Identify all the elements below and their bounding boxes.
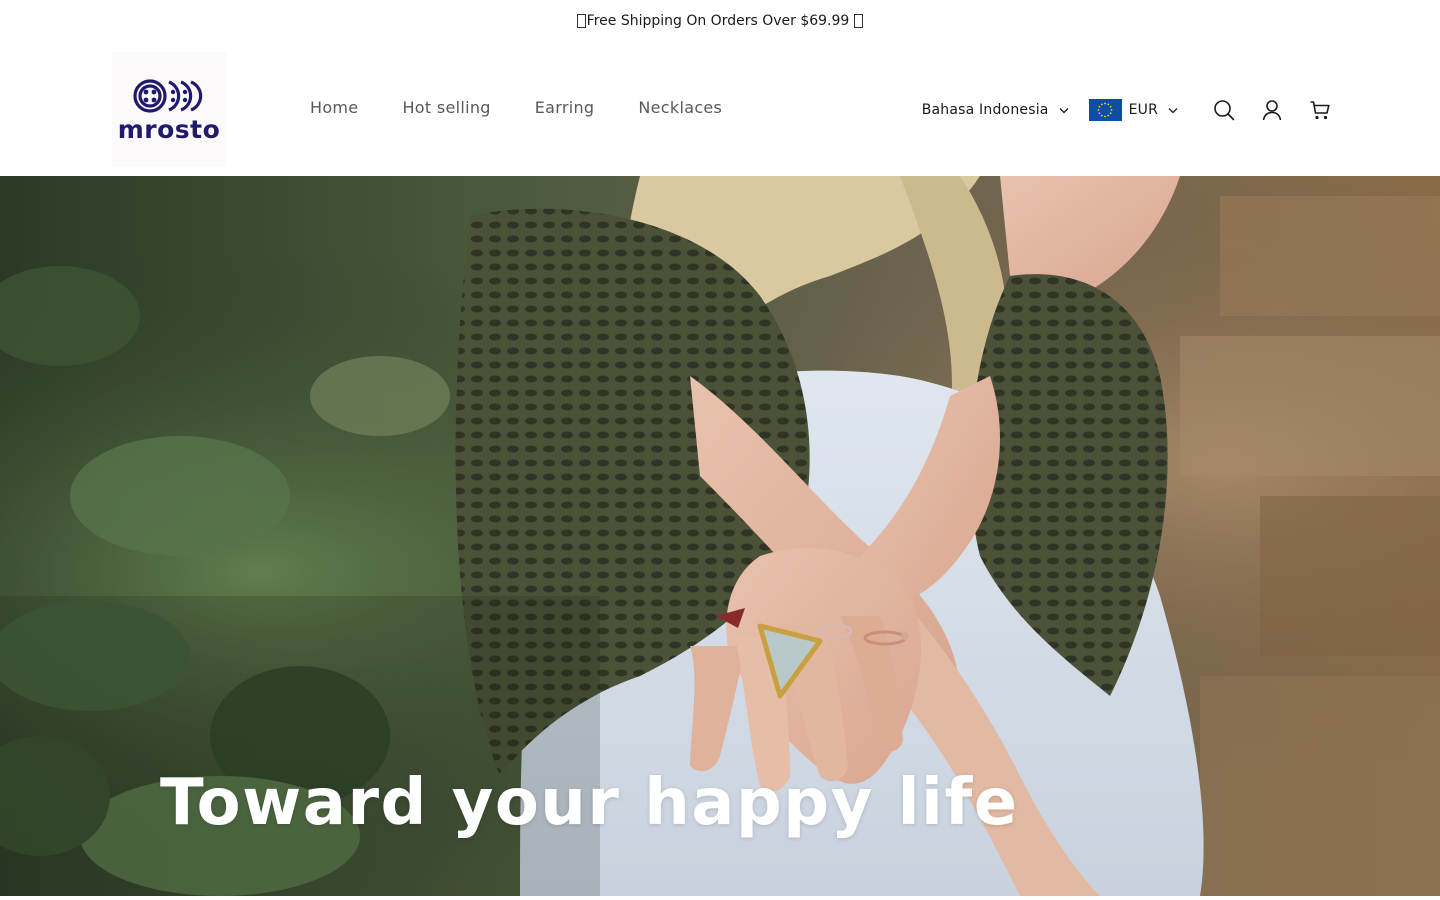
hero-banner: Toward your happy life (0, 176, 1440, 896)
search-icon (1214, 100, 1235, 121)
chevron-down-icon (1059, 108, 1069, 114)
logo-wordmark: mrosto (117, 114, 221, 144)
language-selector[interactable]: Bahasa Indonesia (922, 102, 1069, 118)
nav-item-hot-selling[interactable]: Hot selling (380, 92, 512, 123)
missing-glyph-icon (854, 14, 864, 28)
account-icon (1262, 100, 1282, 121)
eu-flag-icon (1088, 99, 1122, 121)
account-button[interactable] (1248, 92, 1296, 128)
nav-item-necklaces[interactable]: Necklaces (616, 92, 744, 123)
buttons-logo-icon (133, 78, 203, 113)
currency-label: EUR (1128, 102, 1158, 118)
nav-item-home[interactable]: Home (288, 92, 380, 123)
hero-heading: Toward your happy life (160, 766, 1019, 840)
site-header: mrosto Home Hot selling Earring Necklace… (0, 42, 1440, 176)
announcement-bar: Free Shipping On Orders Over $69.99 (0, 0, 1440, 42)
main-navigation: Home Hot selling Earring Necklaces (288, 92, 744, 123)
nav-item-earring[interactable]: Earring (513, 92, 617, 123)
currency-selector[interactable]: EUR (1088, 99, 1178, 121)
missing-glyph-icon (576, 14, 586, 28)
cart-icon (1310, 101, 1330, 120)
cart-button[interactable] (1296, 92, 1344, 128)
language-label: Bahasa Indonesia (921, 102, 1049, 118)
chevron-down-icon (1168, 108, 1178, 114)
store-logo[interactable]: mrosto (112, 52, 226, 166)
search-button[interactable] (1200, 92, 1248, 128)
header-utilities: Bahasa Indonesia EUR (922, 92, 1344, 128)
announcement-text: Free Shipping On Orders Over $69.99 (586, 13, 850, 29)
